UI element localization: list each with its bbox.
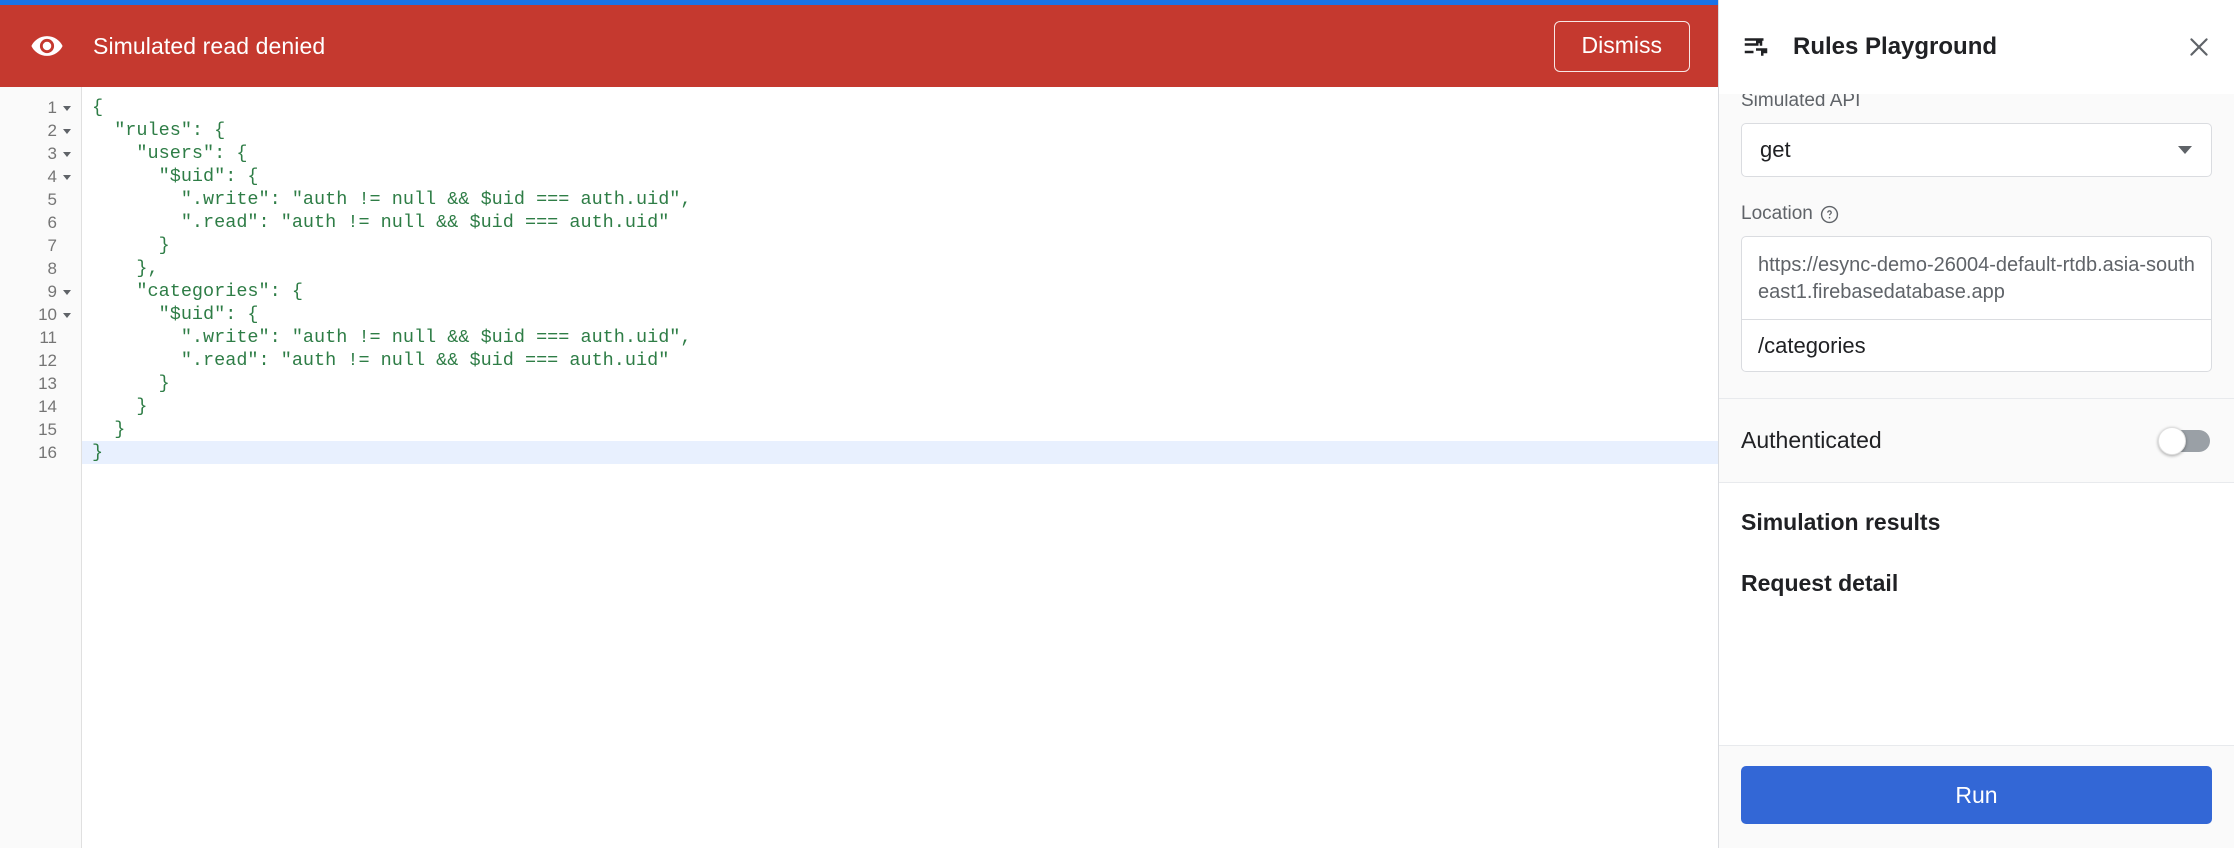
simulated-api-value: get <box>1760 137 1791 162</box>
line-number: 9 <box>47 281 57 301</box>
gutter-line: 3 <box>0 142 81 165</box>
gutter-line: 15 <box>0 418 81 441</box>
code-line[interactable]: } <box>82 234 1718 257</box>
banner-content: Simulated read denied <box>30 29 1554 63</box>
code-line[interactable]: ".read": "auth != null && $uid === auth.… <box>82 211 1718 234</box>
line-number: 16 <box>38 442 57 462</box>
line-number: 3 <box>47 143 57 163</box>
fold-arrow-icon[interactable] <box>61 171 73 183</box>
code-line[interactable]: "users": { <box>82 142 1718 165</box>
code-editor[interactable]: 1 2 3 4 5 6 7 8 9 10 11 12 13 14 15 16 { "rules": { "us… <box>0 87 1718 848</box>
code-line[interactable]: ".write": "auth != null && $uid === auth… <box>82 188 1718 211</box>
eye-icon <box>31 36 63 56</box>
line-number: 12 <box>38 350 57 370</box>
close-icon[interactable] <box>2186 34 2212 60</box>
gutter-line: 9 <box>0 280 81 303</box>
code-line[interactable]: ".read": "auth != null && $uid === auth.… <box>82 349 1718 372</box>
rules-editor-region: Simulated read denied Dismiss 1234567891… <box>0 5 1718 848</box>
line-number: 15 <box>38 419 57 439</box>
line-number: 7 <box>47 235 57 255</box>
chevron-down-icon <box>2178 146 2192 154</box>
gutter-line: 7 <box>0 234 81 257</box>
simulated-api-select[interactable]: get <box>1741 123 2212 177</box>
fold-arrow-icon[interactable] <box>61 148 73 160</box>
panel-header: Rules Playground <box>1719 0 2234 94</box>
line-number: 5 <box>47 189 57 209</box>
line-number: 6 <box>47 212 57 232</box>
line-number: 10 <box>38 304 57 324</box>
simulation-result-banner: Simulated read denied Dismiss <box>0 5 1718 87</box>
simulated-api-label: Simulated API <box>1741 94 2212 112</box>
authenticated-row[interactable]: Authenticated <box>1719 399 2234 483</box>
authenticated-toggle[interactable] <box>2158 426 2212 455</box>
simulation-results-title: Simulation results <box>1741 509 1941 535</box>
code-line[interactable]: }, <box>82 257 1718 280</box>
editor-line-number-gutter: 1 2 3 4 5 6 7 8 9 10 11 12 13 14 15 16 <box>0 87 82 848</box>
gutter-line: 13 <box>0 372 81 395</box>
request-detail-title: Request detail <box>1741 570 1899 596</box>
gutter-line: 1 <box>0 96 81 119</box>
line-number: 8 <box>47 258 57 278</box>
location-url-display: https://esync-demo-26004-default-rtdb.as… <box>1741 236 2212 319</box>
panel-title: Rules Playground <box>1793 33 1998 60</box>
code-line[interactable]: { <box>82 96 1718 119</box>
panel-body: Simulated API get Location https://esync… <box>1719 94 2234 745</box>
panel-footer: Run <box>1719 745 2234 848</box>
code-line[interactable]: "categories": { <box>82 280 1718 303</box>
code-line[interactable]: } <box>82 395 1718 418</box>
run-button[interactable]: Run <box>1741 766 2212 824</box>
fold-arrow-icon[interactable] <box>61 102 73 114</box>
fold-arrow-icon[interactable] <box>61 125 73 137</box>
location-label-text: Location <box>1741 203 1813 224</box>
gutter-line: 4 <box>0 165 81 188</box>
code-line[interactable]: } <box>82 418 1718 441</box>
location-label: Location <box>1741 203 2212 225</box>
code-line[interactable]: "rules": { <box>82 119 1718 142</box>
line-number: 2 <box>47 120 57 140</box>
code-line[interactable]: } <box>82 441 1718 464</box>
simulation-form-section: Simulated API get Location https://esync… <box>1719 94 2234 399</box>
gutter-line: 10 <box>0 303 81 326</box>
line-number: 11 <box>39 327 57 347</box>
location-path-input[interactable]: /categories <box>1741 319 2212 372</box>
gutter-line: 11 <box>0 326 81 349</box>
line-number: 1 <box>47 97 57 117</box>
tune-icon <box>1744 38 1768 56</box>
simulation-results-section: Simulation results Request detail <box>1719 483 2234 597</box>
line-number: 14 <box>38 396 57 416</box>
help-circle-icon[interactable] <box>1820 205 1839 224</box>
line-number: 4 <box>47 166 57 186</box>
gutter-line: 12 <box>0 349 81 372</box>
simulated-api-label-text: Simulated API <box>1741 94 1861 111</box>
authenticated-label: Authenticated <box>1741 427 1882 453</box>
gutter-line: 2 <box>0 119 81 142</box>
code-line[interactable]: ".write": "auth != null && $uid === auth… <box>82 326 1718 349</box>
rules-playground-panel: Rules Playground Simulated API get Locat… <box>1718 0 2234 848</box>
banner-message: Simulated read denied <box>93 32 326 59</box>
gutter-line: 5 <box>0 188 81 211</box>
code-line[interactable]: "$uid": { <box>82 303 1718 326</box>
code-line[interactable]: "$uid": { <box>82 165 1718 188</box>
rules-playground-screen: Simulated read denied Dismiss 1234567891… <box>0 0 2234 848</box>
gutter-line: 6 <box>0 211 81 234</box>
fold-arrow-icon[interactable] <box>61 309 73 321</box>
line-number: 13 <box>38 373 57 393</box>
gutter-line: 14 <box>0 395 81 418</box>
gutter-line: 16 <box>0 441 81 464</box>
code-line[interactable]: } <box>82 372 1718 395</box>
panel-scroll-content: Simulated API get Location https://esync… <box>1719 94 2234 597</box>
dismiss-button[interactable]: Dismiss <box>1553 20 1690 72</box>
toggle-knob <box>2158 426 2186 455</box>
fold-arrow-icon[interactable] <box>61 286 73 298</box>
editor-code-lines[interactable]: { "rules": { "users": { "$uid": { ".writ… <box>82 87 1718 848</box>
gutter-line: 8 <box>0 257 81 280</box>
